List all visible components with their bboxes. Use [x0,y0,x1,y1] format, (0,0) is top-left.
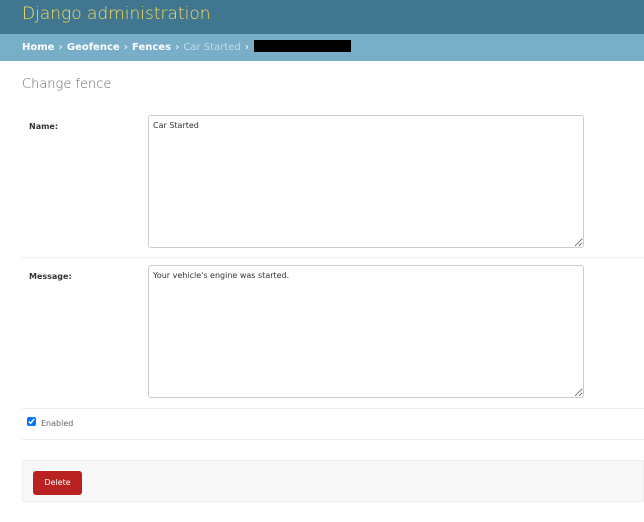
name-label: Name: [29,122,59,131]
admin-header: Django administration [0,0,644,34]
breadcrumb-current: Car Started [183,42,241,53]
name-textarea[interactable] [148,115,584,248]
breadcrumb-home-link[interactable]: Home [22,42,54,53]
breadcrumb-separator: › [123,42,128,53]
site-title[interactable]: Django administration [22,3,211,25]
breadcrumb-fences-link[interactable]: Fences [132,42,171,53]
breadcrumb-trail: Home › Geofence › Fences › Car Started › [22,34,352,61]
form-row-enabled: Enabled [22,409,644,440]
enabled-label[interactable]: Enabled [41,419,73,429]
message-textarea[interactable] [148,265,584,398]
breadcrumb: Home › Geofence › Fences › Car Started › [0,34,644,61]
submit-row: Delete [22,460,644,502]
enabled-checkbox[interactable] [27,417,36,426]
redacted-block [254,40,352,52]
page-title: Change fence [22,77,112,92]
breadcrumb-separator: › [244,42,249,53]
delete-button[interactable]: Delete [33,471,82,495]
breadcrumb-geofence-link[interactable]: Geofence [67,42,120,53]
message-label: Message: [29,272,72,281]
breadcrumb-separator: › [58,42,63,53]
form-row-name: Name: [22,106,644,258]
form-row-message: Message: [22,257,644,409]
breadcrumb-separator: › [175,42,180,53]
